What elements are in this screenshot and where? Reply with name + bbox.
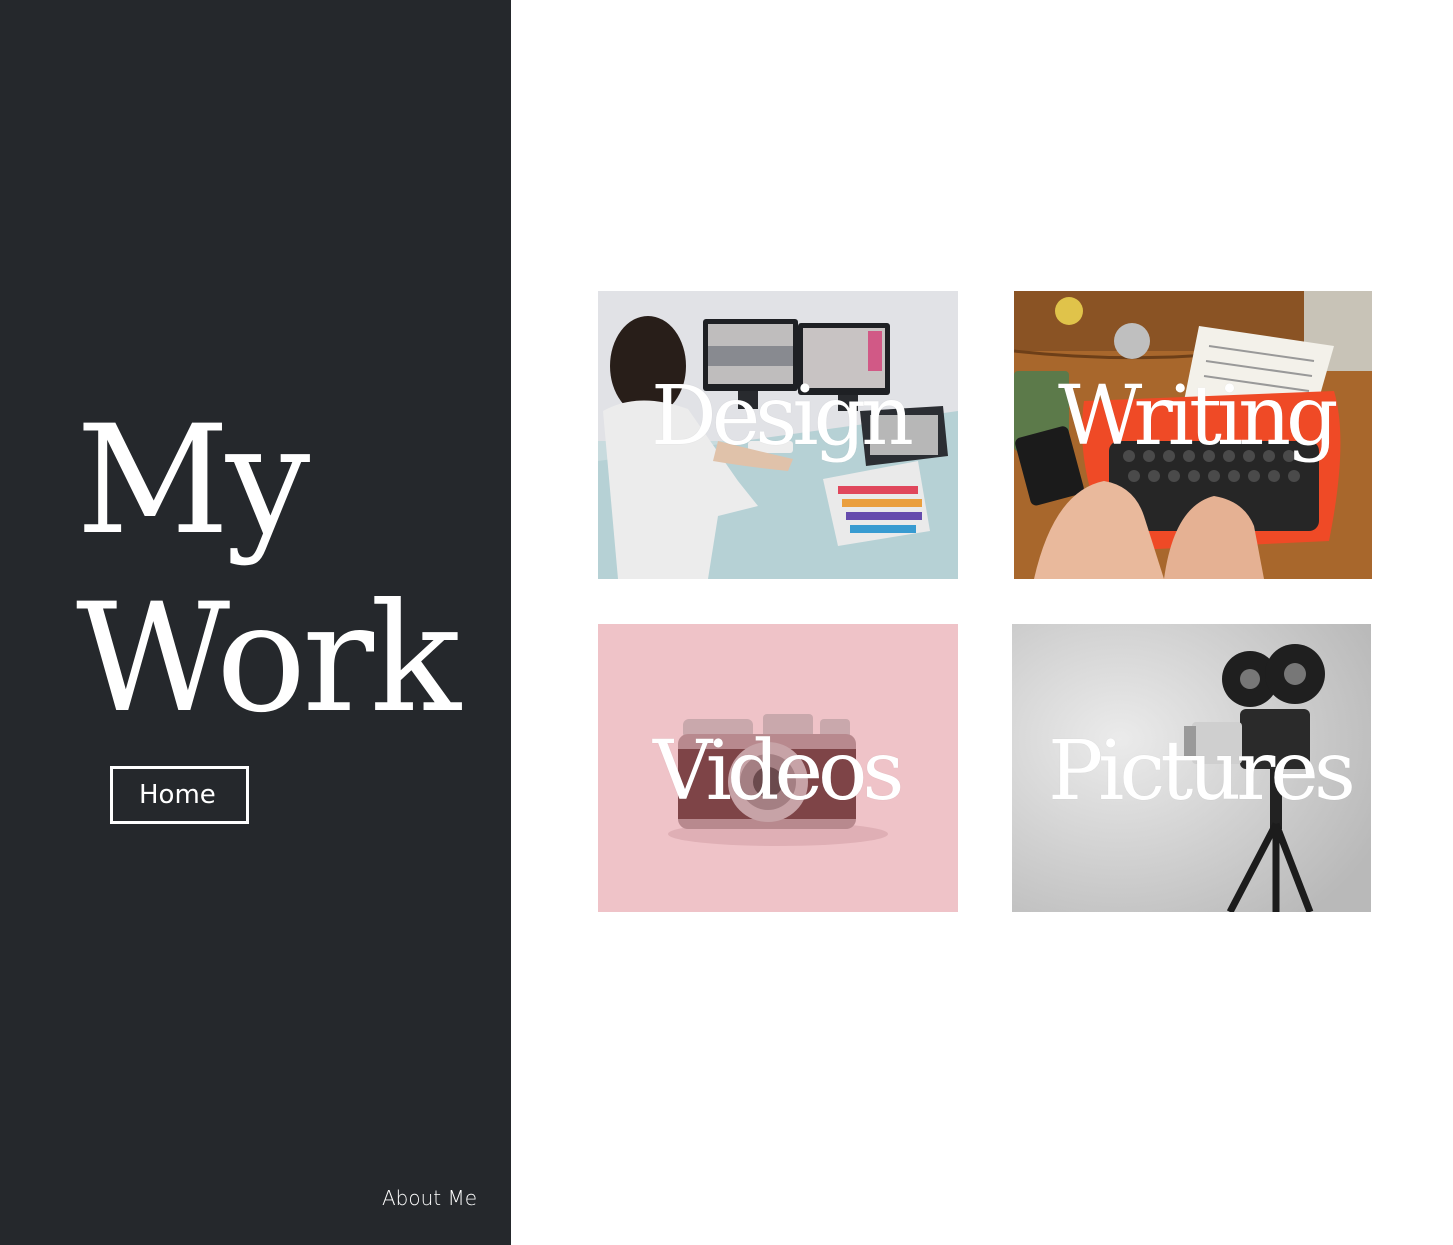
design-label: Design [651, 369, 914, 464]
design-tile[interactable]: Design [598, 291, 958, 579]
about-me-link[interactable]: About Me [382, 1186, 477, 1210]
pictures-label: Pictures [1048, 724, 1356, 819]
videos-label: Videos [653, 724, 904, 819]
videos-tile[interactable]: Videos [598, 624, 958, 912]
sidebar: My Work Home About Me [0, 0, 511, 1245]
home-button[interactable]: Home [110, 766, 249, 824]
writing-tile[interactable]: Writing [1014, 291, 1372, 579]
pictures-tile[interactable]: Pictures [1012, 624, 1371, 912]
page-title: My Work [76, 392, 461, 748]
page-title-line-2: Work [76, 572, 461, 746]
page-title-line-1: My [76, 394, 310, 568]
writing-label: Writing [1058, 369, 1339, 464]
